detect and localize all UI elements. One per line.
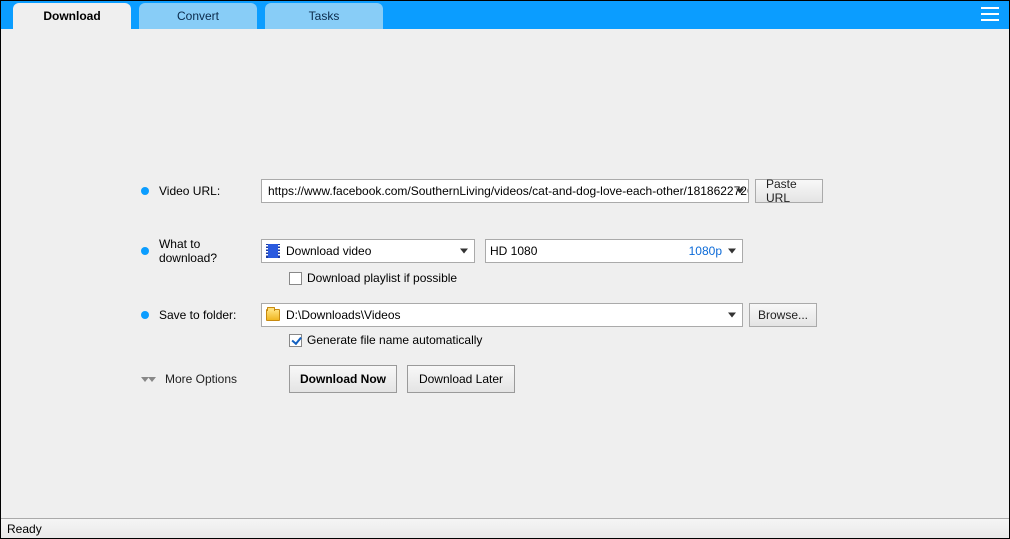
label-text-what-download: What to download? bbox=[159, 237, 261, 265]
label-what-download: What to download? bbox=[141, 237, 261, 265]
label-video-url: Video URL: bbox=[141, 184, 261, 198]
download-later-button[interactable]: Download Later bbox=[407, 365, 515, 393]
chevron-down-icon[interactable] bbox=[460, 249, 468, 254]
app-window: Download Convert Tasks Video URL: https:… bbox=[0, 0, 1010, 539]
quality-value-left: HD 1080 bbox=[490, 244, 537, 258]
label-text-save-folder: Save to folder: bbox=[159, 308, 236, 322]
playlist-checkbox-label: Download playlist if possible bbox=[307, 271, 457, 285]
chevron-down-double-icon bbox=[141, 377, 155, 382]
more-options-toggle[interactable]: More Options bbox=[141, 372, 289, 386]
save-folder-select[interactable]: D:\Downloads\Videos bbox=[261, 303, 743, 327]
playlist-checkbox[interactable] bbox=[289, 272, 302, 285]
quality-select[interactable]: HD 1080 1080p bbox=[485, 239, 743, 263]
what-download-select[interactable]: Download video bbox=[261, 239, 475, 263]
paste-url-button[interactable]: Paste URL bbox=[755, 179, 823, 203]
bullet-icon bbox=[141, 187, 149, 195]
status-text: Ready bbox=[7, 522, 42, 536]
download-now-button[interactable]: Download Now bbox=[289, 365, 397, 393]
row-video-url: Video URL: https://www.facebook.com/Sout… bbox=[141, 179, 823, 203]
tab-download[interactable]: Download bbox=[13, 3, 131, 29]
row-save-folder: Save to folder: D:\Downloads\Videos Brow… bbox=[141, 303, 823, 327]
browse-button[interactable]: Browse... bbox=[749, 303, 817, 327]
tab-tasks[interactable]: Tasks bbox=[265, 3, 383, 29]
label-text-video-url: Video URL: bbox=[159, 184, 220, 198]
top-bar: Download Convert Tasks bbox=[1, 1, 1009, 29]
chevron-down-icon[interactable] bbox=[728, 249, 736, 254]
row-filename-option: Generate file name automatically bbox=[289, 333, 823, 347]
status-bar: Ready bbox=[1, 518, 1009, 538]
what-download-value: Download video bbox=[286, 244, 371, 258]
download-form: Video URL: https://www.facebook.com/Sout… bbox=[141, 179, 823, 393]
tab-convert[interactable]: Convert bbox=[139, 3, 257, 29]
bullet-icon bbox=[141, 247, 149, 255]
save-folder-value: D:\Downloads\Videos bbox=[286, 308, 401, 322]
row-playlist-option: Download playlist if possible bbox=[289, 271, 823, 285]
label-text-more-options: More Options bbox=[165, 372, 237, 386]
row-what-download: What to download? Download video HD 1080… bbox=[141, 237, 823, 265]
quality-value-right: 1080p bbox=[689, 244, 722, 258]
row-more-options: More Options Download Now Download Later bbox=[141, 365, 823, 393]
main-panel: Video URL: https://www.facebook.com/Sout… bbox=[1, 29, 1009, 518]
generate-filename-checkbox[interactable] bbox=[289, 334, 302, 347]
video-url-input[interactable]: https://www.facebook.com/SouthernLiving/… bbox=[261, 179, 749, 203]
label-save-folder: Save to folder: bbox=[141, 308, 261, 322]
hamburger-menu-icon[interactable] bbox=[977, 3, 1003, 25]
video-url-value: https://www.facebook.com/SouthernLiving/… bbox=[268, 184, 749, 198]
chevron-down-icon[interactable] bbox=[736, 189, 744, 194]
bullet-icon bbox=[141, 311, 149, 319]
generate-filename-label: Generate file name automatically bbox=[307, 333, 482, 347]
film-icon bbox=[266, 244, 280, 258]
chevron-down-icon[interactable] bbox=[728, 313, 736, 318]
folder-icon bbox=[266, 309, 280, 321]
